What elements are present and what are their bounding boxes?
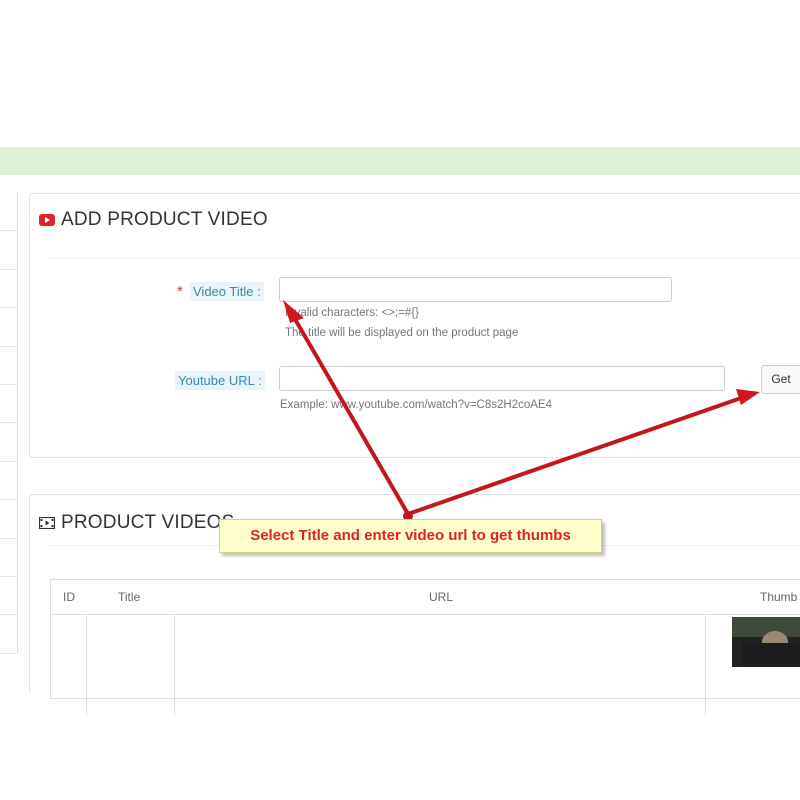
column-header-title[interactable]: Title [118, 590, 140, 604]
sidebar-row[interactable] [0, 270, 17, 309]
add-panel-title: ADD PRODUCT VIDEO [61, 209, 268, 230]
sidebar-row[interactable] [0, 500, 17, 539]
youtube-url-label: Youtube URL : [175, 371, 265, 390]
column-divider [705, 615, 706, 715]
sidebar-row[interactable] [0, 193, 17, 232]
videos-table: ID Title URL Thumb [50, 579, 800, 715]
sidebar-row[interactable] [0, 231, 17, 270]
divider [50, 258, 800, 259]
column-header-id[interactable]: ID [63, 590, 75, 604]
instruction-callout: Select Title and enter video url to get … [219, 519, 602, 553]
video-thumbnail[interactable] [732, 617, 800, 667]
add-product-video-panel: ADD PRODUCT VIDEO * Video Title : Invali… [29, 193, 800, 458]
sidebar-row[interactable] [0, 385, 17, 424]
sidebar-row[interactable] [0, 615, 17, 654]
invalid-characters-help: Invalid characters: <>;=#{} [285, 307, 419, 319]
table-header-divider [51, 614, 800, 615]
title-display-help: The title will be displayed on the produ… [285, 327, 519, 339]
column-header-url[interactable]: URL [429, 590, 453, 604]
youtube-icon [39, 214, 55, 226]
success-bar [0, 147, 800, 175]
sidebar-row[interactable] [0, 539, 17, 577]
get-button[interactable]: Get [761, 365, 800, 394]
film-icon [39, 517, 55, 529]
video-title-input[interactable] [279, 277, 672, 302]
video-title-label: Video Title : [190, 282, 264, 301]
column-divider [86, 615, 87, 715]
youtube-url-example: Example: www.youtube.com/watch?v=C8s2H2c… [280, 399, 552, 411]
add-panel-heading: ADD PRODUCT VIDEO [39, 209, 268, 231]
column-divider [174, 615, 175, 715]
required-marker: * [177, 283, 183, 300]
sidebar-row[interactable] [0, 462, 17, 501]
youtube-url-input[interactable] [279, 366, 725, 391]
sidebar-row[interactable] [0, 577, 17, 616]
sidebar-row[interactable] [0, 308, 17, 347]
list-panel-heading: PRODUCT VIDEOS [39, 512, 234, 534]
sidebar-row[interactable] [0, 347, 17, 385]
sidebar-row[interactable] [0, 423, 17, 462]
left-sidebar [0, 193, 18, 654]
column-header-thumb[interactable]: Thumb [760, 590, 797, 604]
list-panel-title: PRODUCT VIDEOS [61, 512, 235, 533]
